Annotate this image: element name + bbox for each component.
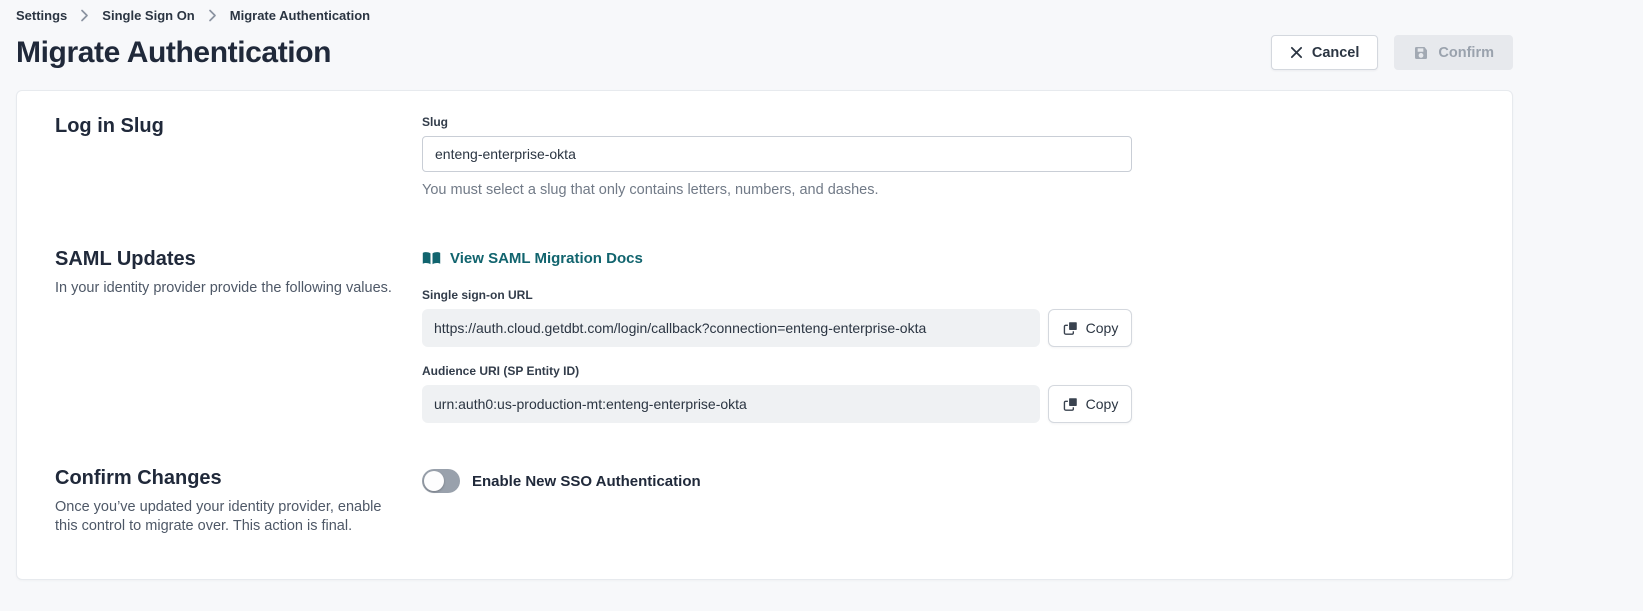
login-slug-heading: Log in Slug xyxy=(55,115,422,138)
slug-helper-text: You must select a slug that only contain… xyxy=(422,182,1474,198)
book-icon xyxy=(422,251,441,266)
enable-sso-toggle-row: Enable New SSO Authentication xyxy=(422,469,1474,493)
section-login-slug-right: Slug You must select a slug that only co… xyxy=(422,115,1474,198)
audience-uri-row: urn:auth0:us-production-mt:enteng-enterp… xyxy=(422,385,1474,423)
breadcrumb-migrate-authentication[interactable]: Migrate Authentication xyxy=(230,8,370,23)
copy-audience-uri-button[interactable]: Copy xyxy=(1048,385,1132,423)
sso-url-value: https://auth.cloud.getdbt.com/login/call… xyxy=(422,309,1040,347)
cancel-button-label: Cancel xyxy=(1312,45,1360,61)
migrate-authentication-card: Log in Slug Slug You must select a slug … xyxy=(16,90,1513,580)
section-saml-left: SAML Updates In your identity provider p… xyxy=(55,248,422,313)
breadcrumb-settings[interactable]: Settings xyxy=(16,8,67,23)
copy-sso-url-button[interactable]: Copy xyxy=(1048,309,1132,347)
confirm-button-label: Confirm xyxy=(1438,45,1494,61)
saml-updates-heading: SAML Updates xyxy=(55,248,422,271)
sso-url-row: https://auth.cloud.getdbt.com/login/call… xyxy=(422,309,1474,347)
confirm-button[interactable]: Confirm xyxy=(1394,35,1513,70)
header-actions: Cancel Confirm xyxy=(1271,35,1513,70)
breadcrumb: Settings Single Sign On Migrate Authenti… xyxy=(0,0,1643,23)
section-confirm-left: Confirm Changes Once you’ve updated your… xyxy=(55,467,422,551)
copy-button-label: Copy xyxy=(1086,320,1119,336)
audience-uri-value: urn:auth0:us-production-mt:enteng-enterp… xyxy=(422,385,1040,423)
enable-sso-toggle-label: Enable New SSO Authentication xyxy=(472,473,701,490)
section-saml-right: View SAML Migration Docs Single sign-on … xyxy=(422,248,1474,423)
close-icon xyxy=(1290,46,1303,59)
toggle-knob xyxy=(424,471,444,491)
saml-updates-description: In your identity provider provide the fo… xyxy=(55,279,407,298)
section-login-slug: Log in Slug Slug You must select a slug … xyxy=(55,115,1474,198)
cancel-button[interactable]: Cancel xyxy=(1271,35,1379,70)
section-saml-updates: SAML Updates In your identity provider p… xyxy=(55,248,1474,423)
copy-icon xyxy=(1062,320,1079,337)
section-confirm-right: Enable New SSO Authentication xyxy=(422,467,1474,493)
chevron-right-icon xyxy=(80,9,89,22)
section-confirm-changes: Confirm Changes Once you’ve updated your… xyxy=(55,467,1474,551)
copy-button-label: Copy xyxy=(1086,396,1119,412)
slug-input[interactable] xyxy=(422,136,1132,172)
page-header: Migrate Authentication Cancel Confirm xyxy=(16,35,1513,70)
docs-link-label: View SAML Migration Docs xyxy=(450,250,643,267)
chevron-right-icon xyxy=(208,9,217,22)
confirm-changes-description: Once you’ve updated your identity provid… xyxy=(55,498,400,536)
breadcrumb-single-sign-on[interactable]: Single Sign On xyxy=(102,8,194,23)
section-login-slug-left: Log in Slug xyxy=(55,115,422,138)
audience-uri-label: Audience URI (SP Entity ID) xyxy=(422,364,1474,378)
save-icon xyxy=(1413,45,1429,61)
view-saml-migration-docs-link[interactable]: View SAML Migration Docs xyxy=(422,250,643,267)
page-title: Migrate Authentication xyxy=(16,36,331,70)
slug-field-label: Slug xyxy=(422,115,1474,129)
copy-icon xyxy=(1062,396,1079,413)
enable-sso-toggle[interactable] xyxy=(422,469,460,493)
confirm-changes-heading: Confirm Changes xyxy=(55,467,422,490)
sso-url-label: Single sign-on URL xyxy=(422,288,1474,302)
